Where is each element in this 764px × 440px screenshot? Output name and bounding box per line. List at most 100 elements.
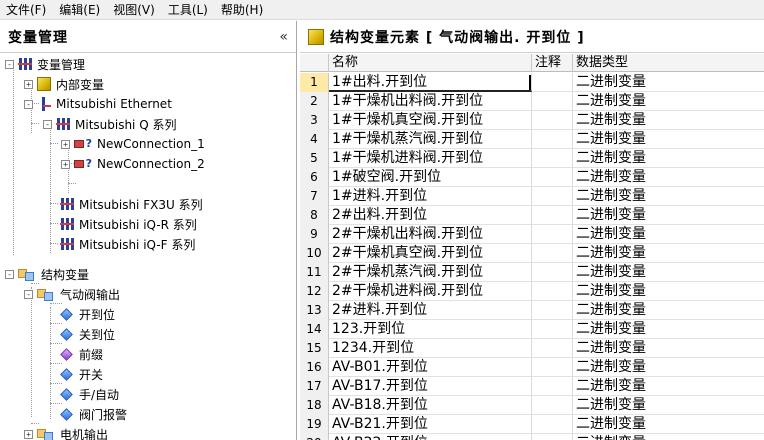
name-cell[interactable]: 1#干燥机蒸汽阀.开到位 <box>329 130 532 149</box>
type-cell[interactable]: 二进制变量 <box>573 339 764 358</box>
table-row[interactable]: 17 AV-B17.开到位 二进制变量 <box>300 377 764 396</box>
type-cell[interactable]: 二进制变量 <box>573 206 764 225</box>
note-cell[interactable] <box>532 377 573 396</box>
type-cell[interactable]: 二进制变量 <box>573 130 764 149</box>
column-header-note[interactable]: 注释 <box>532 54 573 72</box>
note-cell[interactable] <box>532 358 573 377</box>
menu-help[interactable]: 帮助(H) <box>215 0 270 20</box>
name-cell[interactable]: 2#干燥机进料阀.开到位 <box>329 282 532 301</box>
tree-node-mitsubishi-fx3u[interactable]: Mitsubishi FX3U 系列 <box>60 194 203 214</box>
note-cell[interactable] <box>532 434 573 440</box>
table-row[interactable]: 5 1#干燥机进料阀.开到位 二进制变量 <box>300 149 764 168</box>
row-number[interactable]: 11 <box>300 263 329 282</box>
type-cell[interactable]: 二进制变量 <box>573 434 764 440</box>
tree-node-variable-manager[interactable]: - 变量管理 <box>5 54 85 74</box>
table-row[interactable]: 8 2#出料.开到位 二进制变量 <box>300 206 764 225</box>
row-number[interactable]: 15 <box>300 339 329 358</box>
name-cell[interactable]: 2#干燥机蒸汽阀.开到位 <box>329 263 532 282</box>
name-cell[interactable]: AV-B01.开到位 <box>329 358 532 377</box>
tree-node-prefix[interactable]: 前缀 <box>60 344 103 364</box>
row-number[interactable]: 12 <box>300 282 329 301</box>
row-number[interactable]: 5 <box>300 149 329 168</box>
name-cell[interactable]: 2#干燥机出料阀.开到位 <box>329 225 532 244</box>
note-cell[interactable] <box>532 415 573 434</box>
menu-tools[interactable]: 工具(L) <box>162 0 215 20</box>
row-number[interactable]: 18 <box>300 396 329 415</box>
type-cell[interactable]: 二进制变量 <box>573 377 764 396</box>
name-cell[interactable]: 1#干燥机出料阀.开到位 <box>329 92 532 111</box>
note-cell[interactable] <box>532 73 573 92</box>
name-cell[interactable]: 1#干燥机真空阀.开到位 <box>329 111 532 130</box>
table-row[interactable]: 20AV-B22.开到位 二进制变量 <box>300 434 764 440</box>
tree-node-valve-alarm[interactable]: 阀门报警 <box>60 404 127 424</box>
collapse-toggle[interactable]: - <box>24 289 33 299</box>
name-cell[interactable]: AV-B21.开到位 <box>329 415 532 434</box>
type-cell[interactable]: 二进制变量 <box>573 111 764 130</box>
tree-node-manual-auto[interactable]: 手/自动 <box>60 384 119 404</box>
note-cell[interactable] <box>532 168 573 187</box>
tree-node-open-position[interactable]: 开到位 <box>60 304 115 324</box>
name-cell[interactable]: 1#进料.开到位 <box>329 187 532 206</box>
type-cell[interactable]: 二进制变量 <box>573 92 764 111</box>
type-cell[interactable]: 二进制变量 <box>573 73 764 92</box>
table-row[interactable]: 12 2#干燥机进料阀.开到位 二进制变量 <box>300 282 764 301</box>
name-cell[interactable]: 2#进料.开到位 <box>329 301 532 320</box>
note-cell[interactable] <box>532 244 573 263</box>
name-cell[interactable]: 1234.开到位 <box>329 339 532 358</box>
tree-node-mitsubishi-q[interactable]: - Mitsubishi Q 系列 <box>43 114 176 134</box>
row-number[interactable]: 14 <box>300 320 329 339</box>
name-cell[interactable]: AV-B18.开到位 <box>329 396 532 415</box>
type-cell[interactable]: 二进制变量 <box>573 225 764 244</box>
note-cell[interactable] <box>532 396 573 415</box>
tree-node-closed-position[interactable]: 关到位 <box>60 324 115 344</box>
note-cell[interactable] <box>532 282 573 301</box>
tree-node-pneumatic-valve-output[interactable]: - 气动阀输出 <box>24 284 120 304</box>
menu-edit[interactable]: 编辑(E) <box>53 0 107 20</box>
note-cell[interactable] <box>532 339 573 358</box>
row-number[interactable]: 1 <box>300 73 329 92</box>
note-cell[interactable] <box>532 130 573 149</box>
table-row[interactable]: 11 2#干燥机蒸汽阀.开到位 二进制变量 <box>300 263 764 282</box>
row-number[interactable]: 3 <box>300 111 329 130</box>
type-cell[interactable]: 二进制变量 <box>573 282 764 301</box>
collapse-toggle[interactable]: - <box>24 99 33 109</box>
tree-node-struct-variables[interactable]: - 结构变量 <box>5 264 89 284</box>
tree-node-motor-output[interactable]: + 电机输出 <box>24 424 108 440</box>
note-cell[interactable] <box>532 263 573 282</box>
name-cell[interactable]: 2#干燥机真空阀.开到位 <box>329 244 532 263</box>
type-cell[interactable]: 二进制变量 <box>573 301 764 320</box>
table-row[interactable]: 15 1234.开到位 二进制变量 <box>300 339 764 358</box>
row-number[interactable]: 8 <box>300 206 329 225</box>
expand-toggle[interactable]: + <box>61 159 70 169</box>
expand-toggle[interactable]: + <box>24 79 33 89</box>
table-row[interactable]: 2 1#干燥机出料阀.开到位 二进制变量 <box>300 92 764 111</box>
name-cell[interactable]: AV-B22.开到位 <box>329 434 532 440</box>
row-number[interactable]: 13 <box>300 301 329 320</box>
table-row[interactable]: 10 2#干燥机真空阀.开到位 二进制变量 <box>300 244 764 263</box>
row-number[interactable]: 19 <box>300 415 329 434</box>
type-cell[interactable]: 二进制变量 <box>573 263 764 282</box>
column-header-type[interactable]: 数据类型 <box>573 54 764 72</box>
name-cell[interactable]: 123.开到位 <box>329 320 532 339</box>
note-cell[interactable] <box>532 187 573 206</box>
table-row[interactable]: 3 1#干燥机真空阀.开到位 二进制变量 <box>300 111 764 130</box>
table-row[interactable]: 9 2#干燥机出料阀.开到位 二进制变量 <box>300 225 764 244</box>
type-cell[interactable]: 二进制变量 <box>573 149 764 168</box>
table-row[interactable]: 19 AV-B21.开到位 二进制变量 <box>300 415 764 434</box>
type-cell[interactable]: 二进制变量 <box>573 187 764 206</box>
table-row[interactable]: 7 1#进料.开到位 二进制变量 <box>300 187 764 206</box>
name-cell[interactable]: 1#破空阀.开到位 <box>329 168 532 187</box>
collapse-panel-button[interactable]: « <box>279 29 288 45</box>
table-row[interactable]: 1 1#出料.开到位 二进制变量 <box>300 73 764 92</box>
table-row[interactable]: 6 1#破空阀.开到位 二进制变量 <box>300 168 764 187</box>
table-row[interactable]: 13 2#进料.开到位 二进制变量 <box>300 301 764 320</box>
note-cell[interactable] <box>532 149 573 168</box>
name-cell[interactable]: 2#出料.开到位 <box>329 206 532 225</box>
row-number[interactable]: 20 <box>300 434 329 440</box>
row-number[interactable]: 6 <box>300 168 329 187</box>
note-cell[interactable] <box>532 92 573 111</box>
note-cell[interactable] <box>532 320 573 339</box>
note-cell[interactable] <box>532 225 573 244</box>
expand-toggle[interactable]: + <box>61 139 70 149</box>
tree-node-mitsubishi-ethernet[interactable]: - Mitsubishi Ethernet <box>24 94 172 114</box>
